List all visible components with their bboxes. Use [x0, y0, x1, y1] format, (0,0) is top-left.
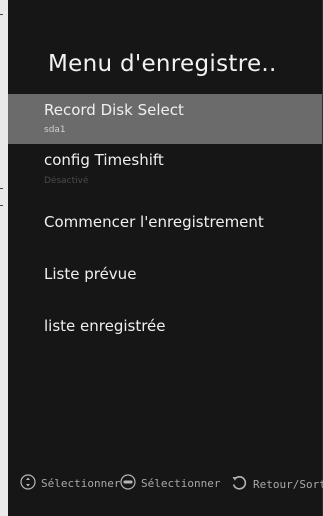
menu-item-recorded-list[interactable]: liste enregistrée — [8, 309, 322, 345]
menu-item-label: Commencer l'enregistrement — [44, 213, 264, 231]
hint-label: Sélectionner — [141, 477, 221, 490]
edge-mark — [0, 205, 3, 206]
menu-title: Menu d'enregistre.. — [48, 51, 277, 77]
edge-mark — [0, 14, 3, 15]
record-menu-panel: Menu d'enregistre.. Record Disk Select s… — [8, 0, 323, 516]
menu-item-label: liste enregistrée — [44, 317, 166, 335]
footer-hints: Sélectionner Sélectionner Retour/Sortie — [8, 470, 323, 496]
menu-item-value: Désactivé — [44, 176, 89, 186]
menu-item-config-timeshift[interactable]: config Timeshift Désactivé — [8, 146, 322, 198]
left-edge-strip — [0, 0, 8, 516]
enter-button-icon — [120, 474, 136, 493]
hint-navigate: Sélectionner — [20, 474, 120, 493]
hint-back: Retour/Sortie — [230, 474, 323, 495]
menu-item-record-disk-select[interactable]: Record Disk Select sda1 — [8, 94, 322, 144]
menu-item-value: sda1 — [44, 125, 66, 135]
edge-mark — [0, 188, 3, 189]
back-arrow-icon — [230, 474, 248, 495]
hint-select: Sélectionner — [120, 474, 220, 493]
menu-item-scheduled-list[interactable]: Liste prévue — [8, 257, 322, 293]
dpad-icon — [20, 474, 36, 493]
menu-item-label: Record Disk Select — [44, 101, 184, 119]
menu-item-start-recording[interactable]: Commencer l'enregistrement — [8, 205, 322, 241]
hint-label: Sélectionner — [41, 477, 121, 490]
hint-label: Retour/Sortie — [253, 478, 323, 491]
menu-item-label: Liste prévue — [44, 265, 137, 283]
menu-item-label: config Timeshift — [44, 151, 164, 169]
